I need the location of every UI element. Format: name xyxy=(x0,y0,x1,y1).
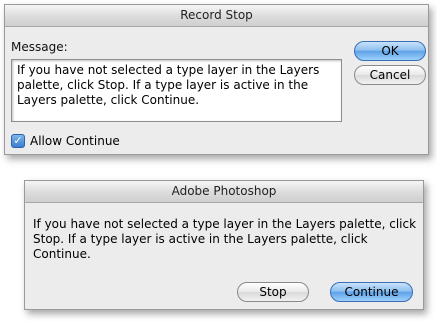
alert-message: If you have not selected a type layer in… xyxy=(33,217,417,261)
allow-continue-row[interactable]: ✓ Allow Continue xyxy=(11,134,120,148)
message-label: Message: xyxy=(11,40,68,54)
message-textarea[interactable]: If you have not selected a type layer in… xyxy=(11,59,342,122)
record-stop-title: Record Stop xyxy=(5,5,428,27)
allow-continue-checkbox[interactable]: ✓ xyxy=(11,134,25,148)
record-stop-dialog: Record Stop Message: If you have not sel… xyxy=(4,4,429,155)
ok-button[interactable]: OK xyxy=(354,41,426,61)
photoshop-alert-dialog: Adobe Photoshop If you have not selected… xyxy=(24,180,424,310)
continue-button[interactable]: Continue xyxy=(330,282,413,302)
allow-continue-label[interactable]: Allow Continue xyxy=(30,134,120,148)
cancel-button[interactable]: Cancel xyxy=(354,65,426,85)
photoshop-alert-title: Adobe Photoshop xyxy=(25,181,423,203)
stop-button[interactable]: Stop xyxy=(237,282,309,302)
